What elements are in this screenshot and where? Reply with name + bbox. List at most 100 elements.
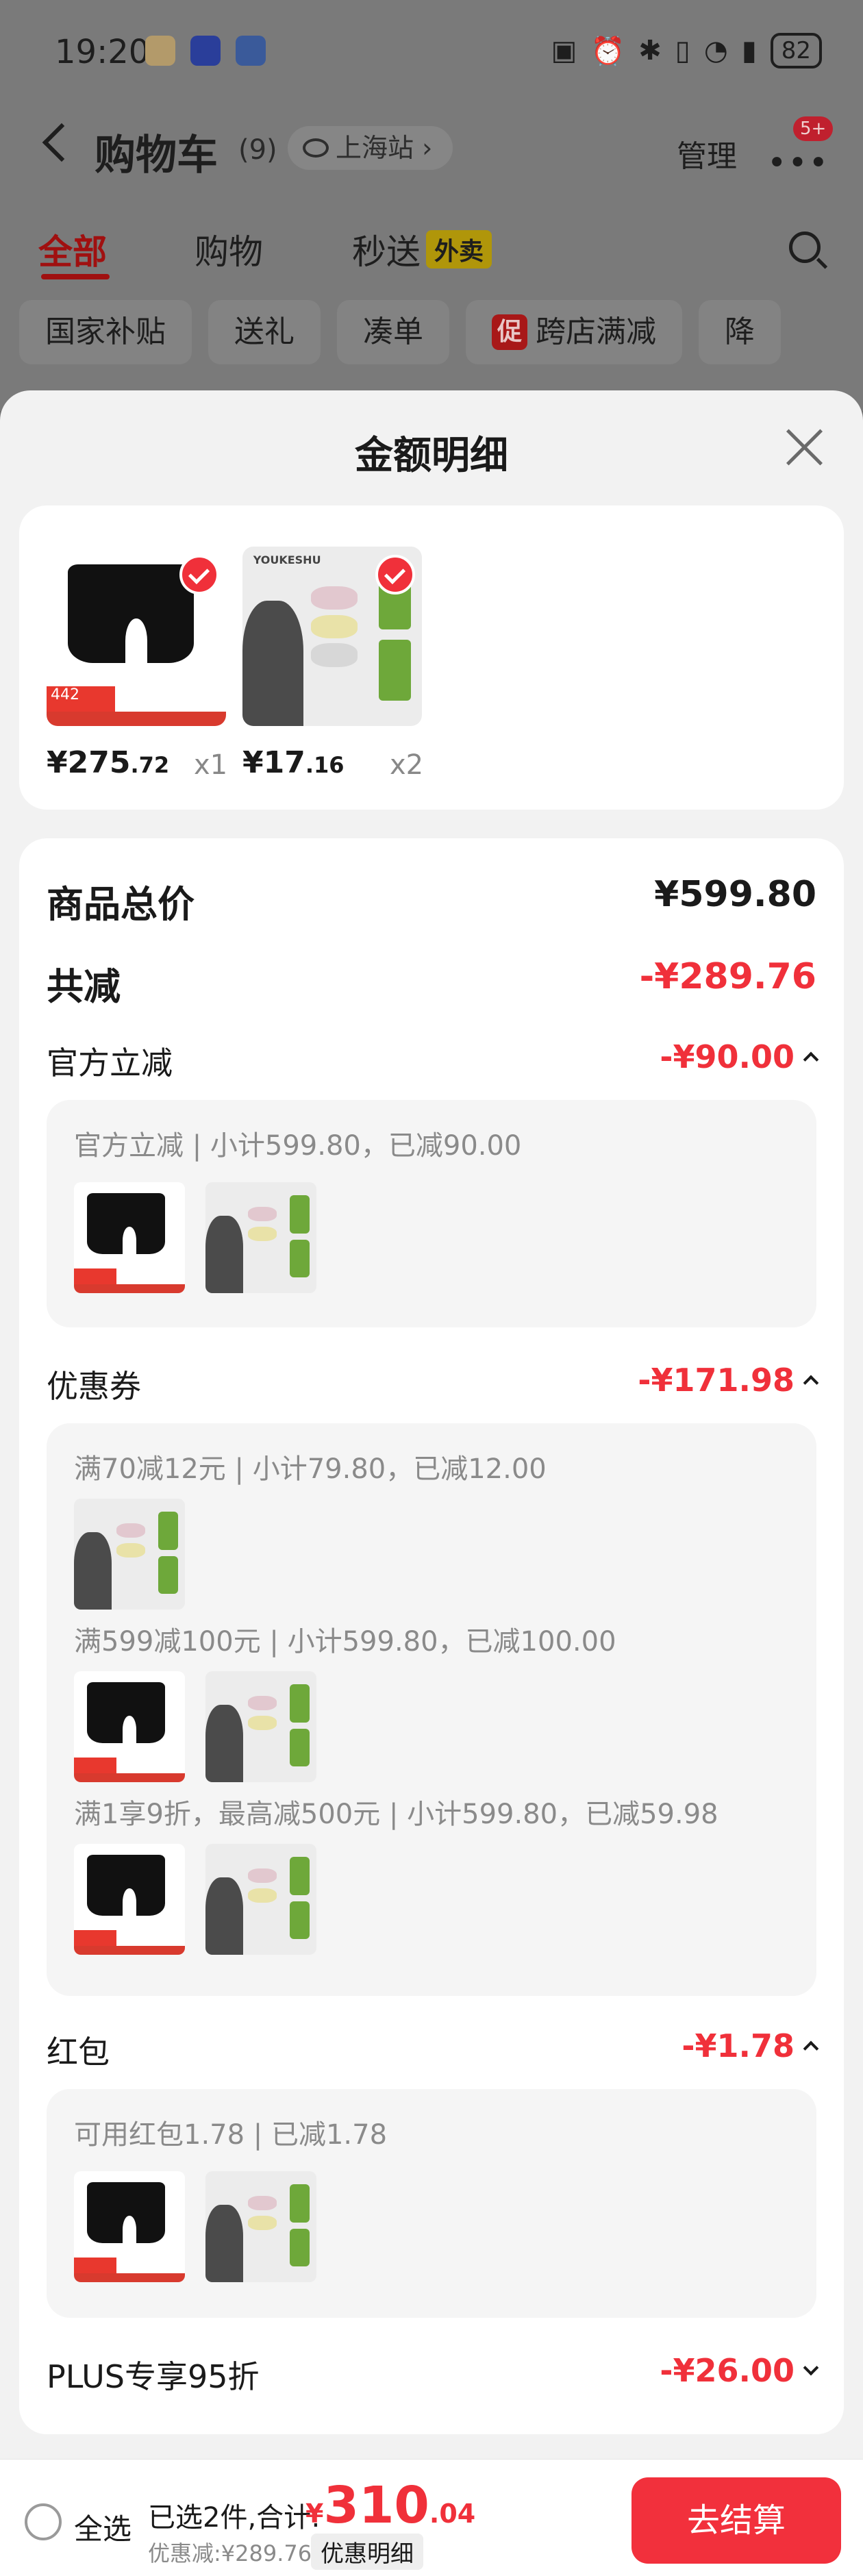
filter-chips: 国家补贴 送礼 凑单 促跨店满减 降 — [19, 300, 863, 366]
battery-icon: 82 — [770, 33, 822, 68]
coupon-label: 优惠券 — [47, 1368, 141, 1405]
manage-button[interactable]: 管理 — [677, 132, 737, 175]
briefs-thumbnail — [74, 1671, 185, 1782]
item-price: ¥275.72 — [47, 745, 169, 780]
official-discount-label: 官方立减 — [47, 1045, 173, 1081]
checked-icon[interactable] — [179, 555, 219, 595]
station-selector[interactable]: 上海站 › — [288, 126, 453, 170]
price-tag-label: 442 — [47, 686, 115, 712]
chip-label: 凑单 — [363, 314, 423, 349]
briefs-thumbnail — [74, 1844, 185, 1955]
total-reduce-label: 共减 — [47, 965, 121, 1008]
discount-amount: -¥26.00 — [660, 2352, 795, 2389]
chevron-down-icon[interactable] — [803, 2360, 819, 2376]
total-reduce-value: -¥289.76 — [639, 956, 816, 997]
search-icon[interactable] — [789, 232, 821, 263]
plus-discount-row[interactable]: PLUS专享95折 -¥26.00 — [47, 2352, 819, 2396]
discount-amount: -¥90.00 — [660, 1038, 795, 1075]
briefs-thumbnail — [74, 1182, 185, 1293]
coupon-line-2: 满599减100元 | 小计599.80，已减100.00 — [74, 1626, 616, 1658]
coupon-value: -¥171.98 — [638, 1362, 819, 1399]
checkout-bar: 全选 已选2件,合计: ¥310.04 优惠减:¥289.76 优惠明细 去结算 — [0, 2459, 863, 2576]
chip-label: 送礼 — [234, 314, 295, 349]
tab-all[interactable]: 全部 — [38, 225, 107, 274]
chevron-up-icon[interactable] — [803, 1375, 819, 1391]
chip-label: 国家补贴 — [45, 314, 166, 349]
status-indicators: ▣ ⏰ ✱ ▯ ◔ ▮ 82 — [551, 33, 822, 68]
brand-label: YOUKESHU — [253, 553, 321, 567]
socks-thumbnail — [205, 2171, 316, 2282]
red-packet-line: 可用红包1.78 | 已减1.78 — [74, 2119, 388, 2151]
red-packet-row[interactable]: 红包 -¥1.78 — [47, 2027, 819, 2071]
red-packet-value: -¥1.78 — [681, 2027, 819, 2064]
discount-amount: -¥171.98 — [638, 1362, 795, 1399]
item-quantity: x2 — [390, 749, 424, 781]
promo-tag: 促 — [492, 314, 528, 350]
briefs-thumbnail — [74, 2171, 185, 2282]
plus-discount-value: -¥26.00 — [660, 2352, 819, 2389]
active-tab-indicator — [41, 274, 110, 279]
close-icon[interactable] — [785, 427, 823, 466]
chip-gift[interactable]: 送礼 — [208, 300, 321, 364]
amount-detail-sheet: 金额明细 442 ¥275.72 x1 YOUKESHU ¥17.16 x2 商… — [0, 390, 863, 2576]
more-icon[interactable]: ••• — [767, 144, 829, 182]
socks-thumbnail — [74, 1499, 185, 1610]
chip-price-drop[interactable]: 降 — [699, 300, 781, 364]
status-time: 19:20 — [55, 33, 150, 71]
item-price: ¥17.16 — [242, 745, 345, 780]
bluetooth-icon: ✱ — [638, 35, 662, 66]
chip-label: 跨店满减 — [536, 314, 657, 349]
total-price-value: ¥599.80 — [654, 874, 816, 915]
discount-detail-line: 官方立减 | 小计599.80，已减90.00 — [74, 1130, 522, 1162]
amount-integer: 310 — [323, 2476, 429, 2535]
eye-icon — [303, 138, 329, 158]
official-discount-row[interactable]: 官方立减 -¥90.00 — [47, 1038, 819, 1082]
chevron-up-icon[interactable] — [803, 2040, 819, 2057]
discount-summary: 优惠减:¥289.76 — [148, 2540, 312, 2566]
nfc-icon: ▣ — [551, 35, 577, 66]
price-decimal: .72 — [130, 752, 170, 778]
cart-tabs: 全部 购物 秒送 外卖 — [0, 219, 863, 281]
wifi-icon: ◔ — [703, 35, 728, 66]
sheet-title: 金额明细 — [355, 434, 508, 478]
coupon-line-3: 满1享9折，最高减500元 | 小计599.80，已减59.98 — [74, 1799, 718, 1830]
price-decimal: .16 — [305, 752, 345, 778]
tab-shopping[interactable]: 购物 — [195, 225, 263, 274]
total-price-row: 商品总价 ¥599.80 — [47, 874, 816, 926]
checked-icon[interactable] — [375, 555, 415, 595]
coupon-detail: 满70减12元 | 小计79.80，已减12.00 满599减100元 | 小计… — [47, 1423, 816, 1996]
checkout-button[interactable]: 去结算 — [631, 2477, 841, 2564]
discount-amount: -¥1.78 — [681, 2027, 795, 2064]
select-all-label[interactable]: 全选 — [74, 2506, 132, 2548]
chip-combine-order[interactable]: 凑单 — [337, 300, 449, 364]
amount-decimal: .04 — [429, 2499, 476, 2529]
discount-detail-button[interactable]: 优惠明细 — [311, 2534, 423, 2570]
chip-label: 降 — [725, 314, 755, 349]
cart-count: (9) — [238, 134, 277, 166]
status-app-icons — [145, 36, 266, 66]
amount-breakdown-card: 商品总价 ¥599.80 共减 -¥289.76 官方立减 -¥90.00 官方… — [19, 838, 844, 2434]
total-reduce-row: 共减 -¥289.76 — [47, 956, 816, 1008]
total-price-label: 商品总价 — [47, 883, 195, 926]
alarm-icon: ⏰ — [590, 35, 625, 67]
status-bar: 19:20 ▣ ⏰ ✱ ▯ ◔ ▮ 82 — [0, 0, 863, 103]
total-amount: ¥310.04 — [305, 2476, 475, 2535]
back-icon[interactable] — [42, 123, 82, 162]
app-notification-icon — [145, 36, 175, 66]
plus-discount-label: PLUS专享95折 — [47, 2358, 260, 2395]
chevron-right-icon: › — [422, 133, 433, 163]
red-packet-label: 红包 — [47, 2034, 110, 2071]
chevron-up-icon[interactable] — [803, 1051, 819, 1068]
socks-thumbnail — [205, 1671, 316, 1782]
chip-cross-store-discount[interactable]: 促跨店满减 — [466, 300, 683, 364]
official-discount-value: -¥90.00 — [660, 1038, 819, 1075]
price-integer: ¥275 — [47, 745, 131, 780]
blue-app-icon — [236, 36, 266, 66]
chip-national-subsidy[interactable]: 国家补贴 — [19, 300, 192, 364]
coupon-row[interactable]: 优惠券 -¥171.98 — [47, 1362, 819, 1405]
price-integer: ¥17 — [242, 745, 305, 780]
tab-express[interactable]: 秒送 — [352, 225, 421, 274]
select-all-radio[interactable] — [25, 2503, 62, 2540]
signal-icon: ▮ — [741, 35, 757, 66]
selected-items-card: 442 ¥275.72 x1 YOUKESHU ¥17.16 x2 — [19, 505, 844, 810]
